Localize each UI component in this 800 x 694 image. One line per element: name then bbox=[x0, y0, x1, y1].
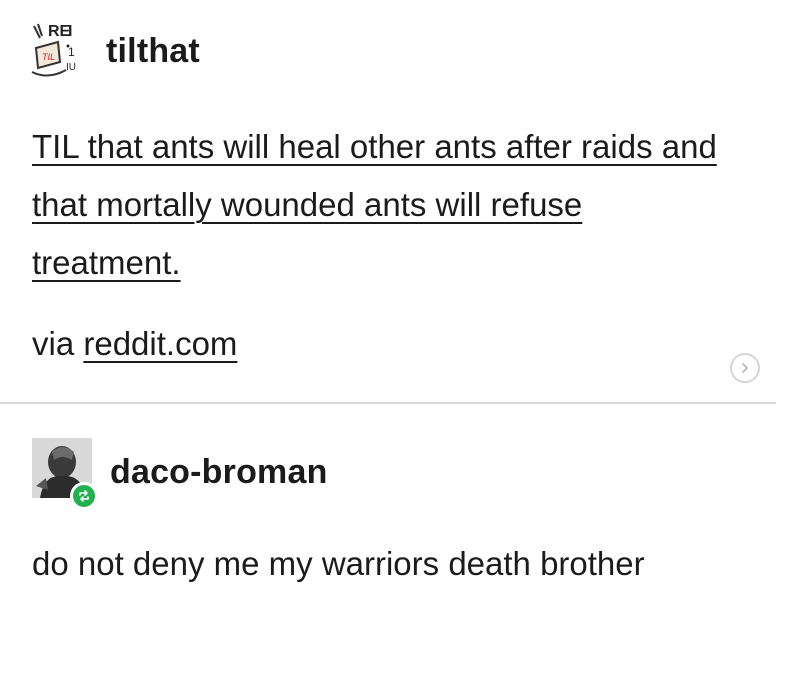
open-link-button[interactable] bbox=[730, 353, 760, 383]
source-link[interactable]: reddit.com bbox=[83, 325, 237, 362]
svg-text:1: 1 bbox=[68, 45, 75, 59]
reblog-author-name[interactable]: daco-broman bbox=[110, 453, 328, 492]
post-divider bbox=[0, 402, 776, 404]
svg-text:TIL: TIL bbox=[42, 52, 55, 62]
reblog-icon bbox=[70, 482, 98, 510]
post-title-link[interactable]: TIL that ants will heal other ants after… bbox=[32, 118, 732, 292]
svg-text:I: I bbox=[68, 23, 72, 40]
tumblr-post: RE I TIL 1 IU tilthat TIL that ants will… bbox=[0, 0, 800, 694]
reblog-comment: do not deny me my warriors death brother bbox=[32, 545, 645, 582]
via-prefix: via bbox=[32, 325, 75, 362]
post-source: via reddit.com bbox=[32, 318, 237, 370]
svg-text:IU: IU bbox=[66, 62, 76, 73]
post-author-name[interactable]: tilthat bbox=[106, 32, 200, 71]
user-avatar-icon[interactable] bbox=[32, 438, 98, 510]
post-header: RE I TIL 1 IU tilthat bbox=[28, 18, 200, 84]
chevron-right-icon bbox=[742, 363, 748, 373]
reblog-header: daco-broman bbox=[32, 438, 328, 510]
til-logo-icon[interactable]: RE I TIL 1 IU bbox=[28, 18, 94, 84]
